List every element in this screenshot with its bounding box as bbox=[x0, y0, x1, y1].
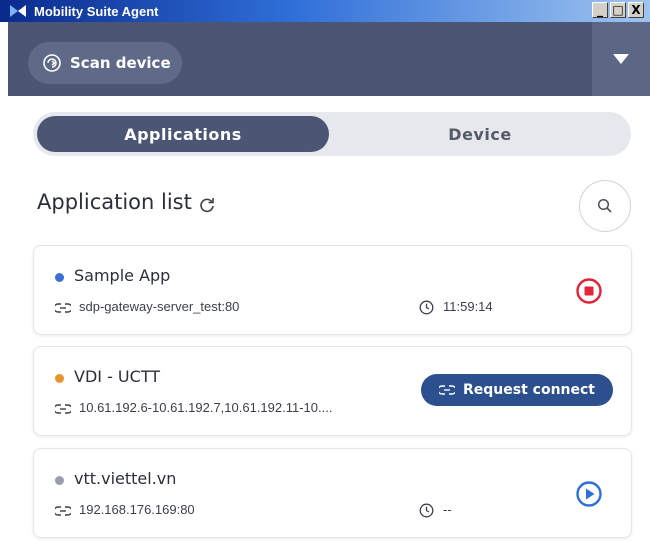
scan-icon bbox=[43, 54, 61, 72]
tab-bar: Applications Device bbox=[33, 112, 631, 156]
header-menu-button[interactable] bbox=[592, 22, 650, 96]
chevron-down-icon bbox=[613, 54, 629, 64]
status-dot bbox=[55, 374, 64, 383]
window-title: Mobility Suite Agent bbox=[34, 3, 159, 19]
play-icon[interactable] bbox=[575, 480, 603, 508]
app-address: sdp-gateway-server_test:80 bbox=[79, 299, 240, 314]
app-address: 10.61.192.6-10.61.192.7,10.61.192.11-10.… bbox=[79, 400, 333, 415]
minimize-button[interactable]: _ bbox=[592, 2, 608, 18]
link-icon bbox=[55, 506, 71, 516]
application-list-title: Application list bbox=[37, 190, 192, 214]
app-name: VDI - UCTT bbox=[74, 367, 161, 386]
clock-icon bbox=[419, 503, 434, 518]
app-card[interactable]: vtt.viettel.vn 192.168.176.169:80 -- bbox=[33, 448, 632, 538]
close-button[interactable]: X bbox=[628, 2, 644, 18]
maximize-button[interactable]: □ bbox=[610, 2, 626, 18]
scan-device-button[interactable]: Scan device bbox=[28, 42, 182, 84]
tab-applications[interactable]: Applications bbox=[37, 116, 329, 152]
request-connect-button[interactable]: Request connect bbox=[421, 374, 613, 406]
connected-time: -- bbox=[443, 502, 452, 517]
window-titlebar: Mobility Suite Agent _ □ X bbox=[0, 0, 650, 22]
status-dot bbox=[55, 476, 64, 485]
refresh-icon[interactable] bbox=[198, 196, 216, 214]
app-address: 192.168.176.169:80 bbox=[79, 502, 195, 517]
status-dot bbox=[55, 273, 64, 282]
scan-device-label: Scan device bbox=[70, 54, 171, 72]
tab-device[interactable]: Device bbox=[333, 116, 627, 152]
app-card[interactable]: Sample App sdp-gateway-server_test:80 11… bbox=[33, 245, 632, 335]
search-button[interactable] bbox=[579, 180, 631, 232]
connected-time: 11:59:14 bbox=[443, 299, 493, 314]
clock-icon bbox=[419, 300, 434, 315]
link-icon bbox=[55, 303, 71, 313]
app-logo-icon bbox=[8, 1, 28, 21]
app-name: vtt.viettel.vn bbox=[74, 469, 177, 488]
stop-icon[interactable] bbox=[575, 277, 603, 305]
link-icon bbox=[55, 404, 71, 414]
request-connect-label: Request connect bbox=[463, 382, 595, 398]
app-card[interactable]: VDI - UCTT 10.61.192.6-10.61.192.7,10.61… bbox=[33, 346, 632, 436]
app-header: Scan device bbox=[8, 22, 650, 96]
link-icon bbox=[439, 385, 455, 395]
app-name: Sample App bbox=[74, 266, 171, 285]
search-icon bbox=[597, 198, 612, 213]
